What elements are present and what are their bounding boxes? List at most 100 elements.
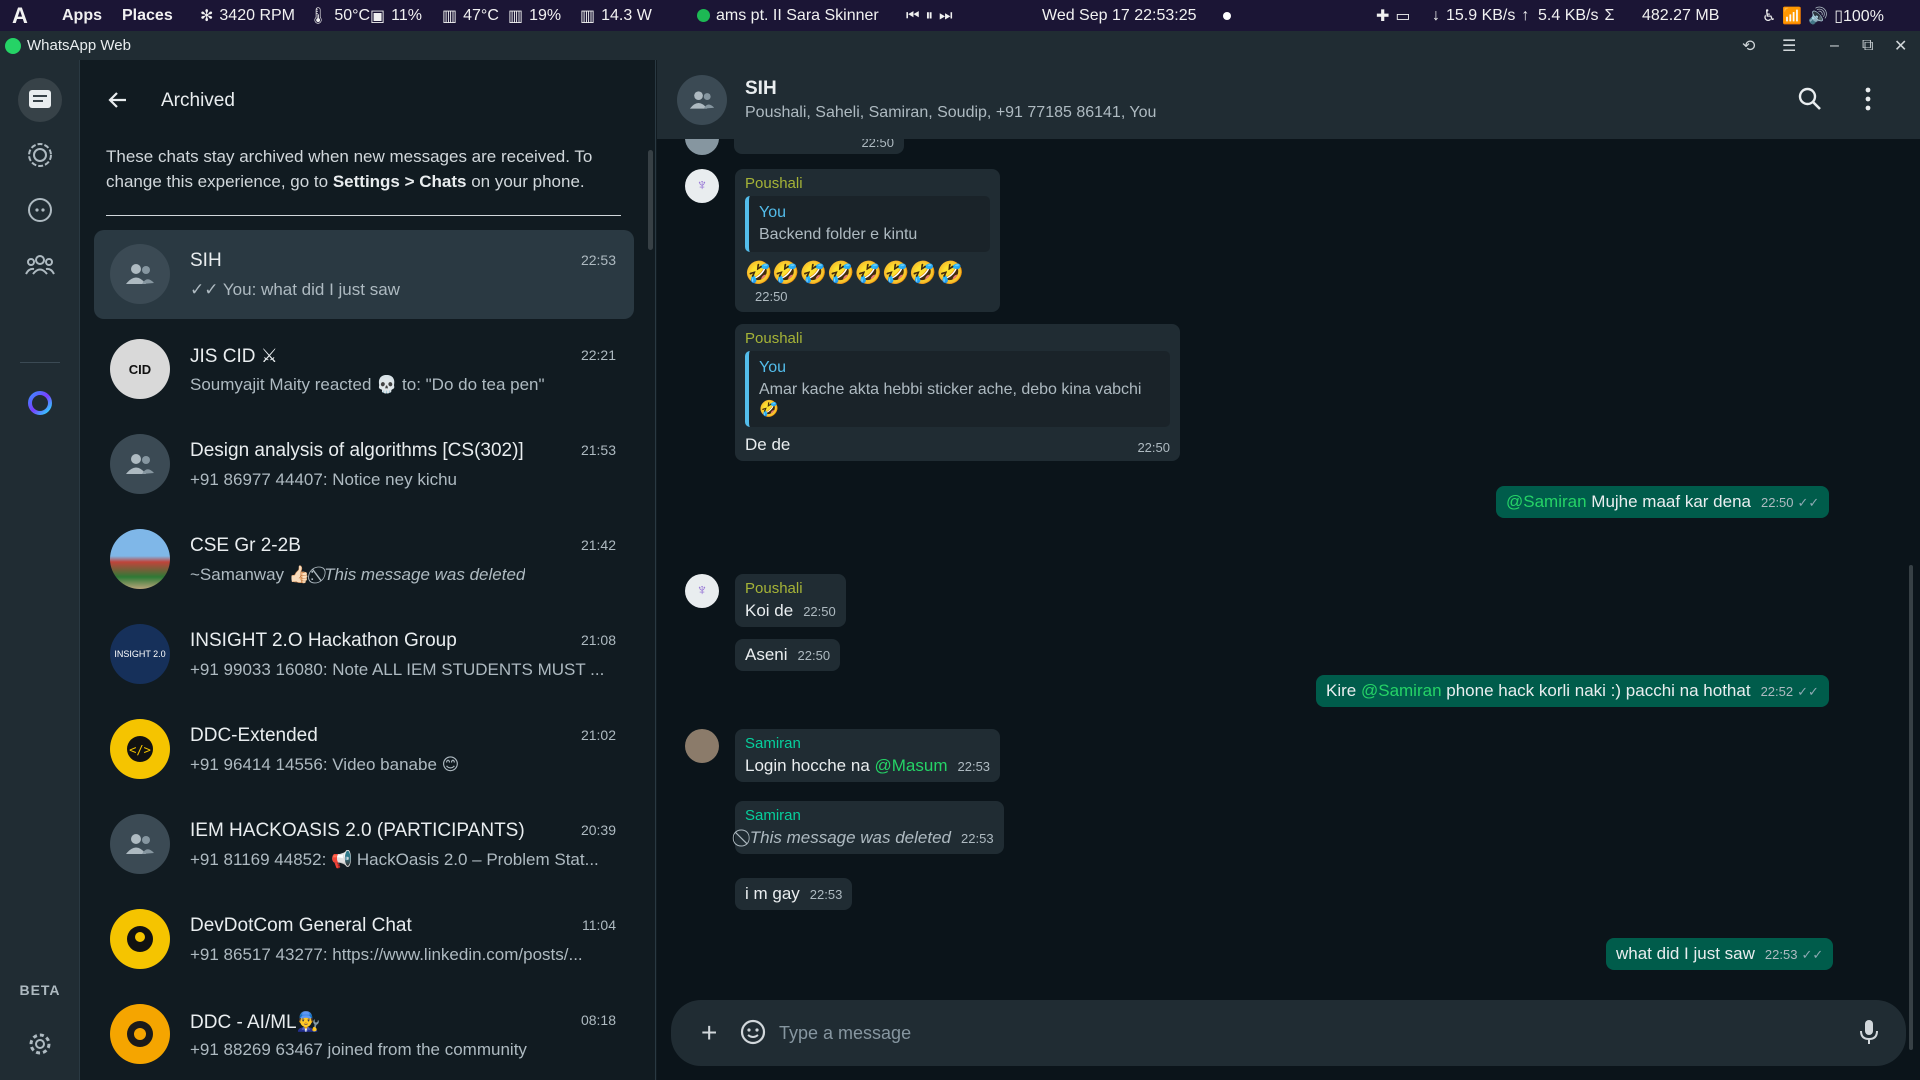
attach-plus-icon[interactable]: +	[701, 1019, 717, 1047]
spotify-icon	[697, 9, 710, 22]
message-bubble[interactable]: Samiran Login hocche na @Masum 22:53	[735, 729, 1001, 782]
search-icon[interactable]	[1797, 86, 1823, 117]
chat-preview: +91 86977 44407: Notice ney kichu	[190, 470, 458, 489]
nav-rail: BETA	[0, 60, 80, 1080]
gpu-icon: ▥	[442, 7, 458, 25]
message-bubble[interactable]: Poushali You Amar kache akta hebbi stick…	[735, 324, 1180, 461]
minimize-icon[interactable]: –	[1830, 31, 1839, 60]
message-bubble-outgoing[interactable]: what did I just saw 22:53 ✓✓	[1606, 938, 1834, 970]
poushali-avatar[interactable]: ♆	[685, 574, 719, 608]
emoji-sticker-icon[interactable]	[739, 1018, 767, 1051]
clock[interactable]: Wed Sep 17 22:53:25	[1042, 0, 1231, 31]
volume-icon[interactable]: 🔊	[1808, 6, 1828, 26]
message-bubble-outgoing[interactable]: @Samiran Mujhe maaf kar dena 22:50 ✓✓	[1496, 486, 1830, 518]
battery-icon: ▯	[1834, 7, 1843, 25]
cpu-temp: 🌡 50°C	[308, 6, 371, 25]
chat-name: DDC - AI/ML👨‍🔧	[190, 1012, 321, 1033]
group-avatar-icon[interactable]	[677, 75, 727, 125]
message-bubble[interactable]: Poushali You Backend folder e kintu 🤣🤣🤣🤣…	[735, 169, 1000, 312]
panel-title: Archived	[161, 90, 235, 111]
settings-gear-icon[interactable]	[18, 1022, 62, 1066]
message-bubble-outgoing[interactable]: Kire @Samiran phone hack korli naki :) p…	[1316, 675, 1829, 707]
beta-label: BETA	[19, 982, 61, 998]
system-tray: ♿ 📶 🔊 ▯100%	[1762, 0, 1884, 31]
extensions-icon[interactable]: ⟲	[1742, 31, 1755, 60]
jis-cid-avatar: CID	[110, 339, 170, 399]
chat-list-scrollbar[interactable]	[648, 150, 653, 250]
kebab-menu-icon[interactable]	[1863, 86, 1873, 117]
ddc-logo-avatar: </>	[110, 719, 170, 779]
chat-name: INSIGHT 2.O Hackathon Group	[190, 630, 457, 651]
chat-item-jis-cid[interactable]: CID JIS CID ⚔ 22:21 Soumyajit Maity reac…	[94, 325, 634, 420]
cpu-icon: ▣	[370, 7, 386, 25]
message-input[interactable]	[779, 1017, 1779, 1049]
message-time: 22:50	[803, 604, 836, 619]
sigma-icon: Σ	[1604, 6, 1615, 24]
quoted-message[interactable]: You Backend folder e kintu	[745, 196, 990, 252]
message-text: This message was deleted	[749, 828, 952, 847]
arrow-up-icon: ↑	[1521, 6, 1530, 24]
communities-icon[interactable]	[18, 243, 62, 287]
settings-chats-link: Settings > Chats	[332, 172, 467, 191]
close-icon[interactable]: ✕	[1894, 31, 1907, 60]
back-arrow-icon[interactable]	[106, 88, 130, 117]
chat-item-cse-gr[interactable]: CSE Gr 2-2B 21:42 ~Samanway 👍🏻: ⃠ This m…	[94, 515, 634, 610]
apps-menu[interactable]: Apps	[62, 0, 102, 31]
media-now-playing[interactable]: ams pt. II Sara Skinner	[697, 0, 879, 31]
chat-name: CSE Gr 2-2B	[190, 535, 301, 556]
microphone-icon[interactable]	[1859, 1018, 1879, 1051]
message-time: 22:53	[961, 831, 994, 846]
status-icon[interactable]	[18, 133, 62, 177]
places-menu[interactable]: Places	[122, 0, 173, 31]
read-ticks-icon: ✓✓	[1801, 947, 1824, 962]
message-bubble[interactable]: i m gay 22:53	[735, 878, 853, 910]
chat-item-insight[interactable]: INSIGHT 2.0 INSIGHT 2.O Hackathon Group …	[94, 610, 634, 705]
hamburger-menu-icon[interactable]: ☰	[1782, 31, 1796, 60]
message-text: what did I just saw	[1616, 944, 1755, 963]
chats-icon[interactable]	[18, 78, 62, 122]
chat-time: 21:53	[580, 442, 616, 458]
chat-item-sih[interactable]: SIH 22:53 ✓✓ You: what did I just saw	[94, 230, 634, 319]
mention-masum[interactable]: @Masum	[875, 756, 948, 775]
next-track-icon[interactable]: ⏭	[939, 7, 953, 24]
message-text: phone hack korli naki :) pacchi na hotha…	[1441, 681, 1751, 700]
channels-icon[interactable]	[18, 188, 62, 232]
message-bubble-deleted[interactable]: Samiran ⃠ This message was deleted22:53	[735, 801, 1004, 854]
cpu-usage: ▣ 11%	[370, 6, 422, 25]
message-bubble[interactable]: Aseni 22:50	[735, 639, 841, 671]
poushali-avatar[interactable]: ♆	[685, 169, 719, 203]
samiran-avatar[interactable]	[685, 729, 719, 763]
chat-item-ddc-aiml[interactable]: DDC - AI/ML👨‍🔧 08:18 +91 88269 63467 joi…	[94, 990, 634, 1080]
net-down: ↓ 15.9 KB/s ↑	[1432, 6, 1530, 24]
devdotcom-avatar	[110, 909, 170, 969]
chat-item-hackoasis[interactable]: IEM HACKOASIS 2.0 (PARTICIPANTS) 20:39 +…	[94, 800, 634, 895]
battery[interactable]: ▯100%	[1834, 6, 1884, 26]
group-avatar-icon	[110, 434, 170, 494]
gpu-temp: ▥ 47°C	[442, 6, 499, 25]
mention-samiran[interactable]: @Samiran	[1361, 681, 1442, 700]
message-bubble-partial: 22:50	[734, 139, 904, 154]
message-scrollbar[interactable]	[1909, 565, 1913, 1050]
message-bubble[interactable]: Poushali Koi de 22:50	[735, 574, 846, 627]
sender-name: Samiran	[745, 807, 801, 824]
wifi-icon[interactable]: 📶	[1782, 6, 1802, 26]
maximize-icon[interactable]: ⧉	[1862, 31, 1873, 60]
sender-name: Poushali	[745, 175, 803, 192]
chat-preview: +91 96414 14556: Video banabe 😊	[190, 755, 460, 774]
arrow-down-icon: ↓	[1432, 6, 1440, 24]
pause-icon[interactable]: ⏸	[926, 7, 934, 24]
quoted-message[interactable]: You Amar kache akta hebbi sticker ache, …	[745, 351, 1170, 427]
puzzle-icon[interactable]: ✚	[1376, 6, 1389, 26]
accessibility-icon[interactable]: ♿	[1762, 6, 1776, 26]
sender-avatar	[685, 139, 719, 155]
conversation-header[interactable]: SIH Poushali, Saheli, Samiran, Soudip, +…	[657, 60, 1920, 139]
previous-track-icon[interactable]: ⏮	[906, 7, 920, 24]
chat-item-ddc-extended[interactable]: </> DDC-Extended 21:02 +91 96414 14556: …	[94, 705, 634, 800]
meta-ai-icon[interactable]	[18, 381, 62, 425]
chat-item-devdotcom[interactable]: DevDotCom General Chat 11:04 +91 86517 4…	[94, 895, 634, 990]
chat-item-daa[interactable]: Design analysis of algorithms [CS(302)] …	[94, 420, 634, 515]
arch-logo-icon[interactable]: A	[12, 0, 28, 31]
chat-time: 21:42	[580, 537, 616, 553]
mention-samiran[interactable]: @Samiran	[1506, 492, 1587, 511]
clipboard-icon[interactable]: ▭	[1395, 6, 1410, 26]
